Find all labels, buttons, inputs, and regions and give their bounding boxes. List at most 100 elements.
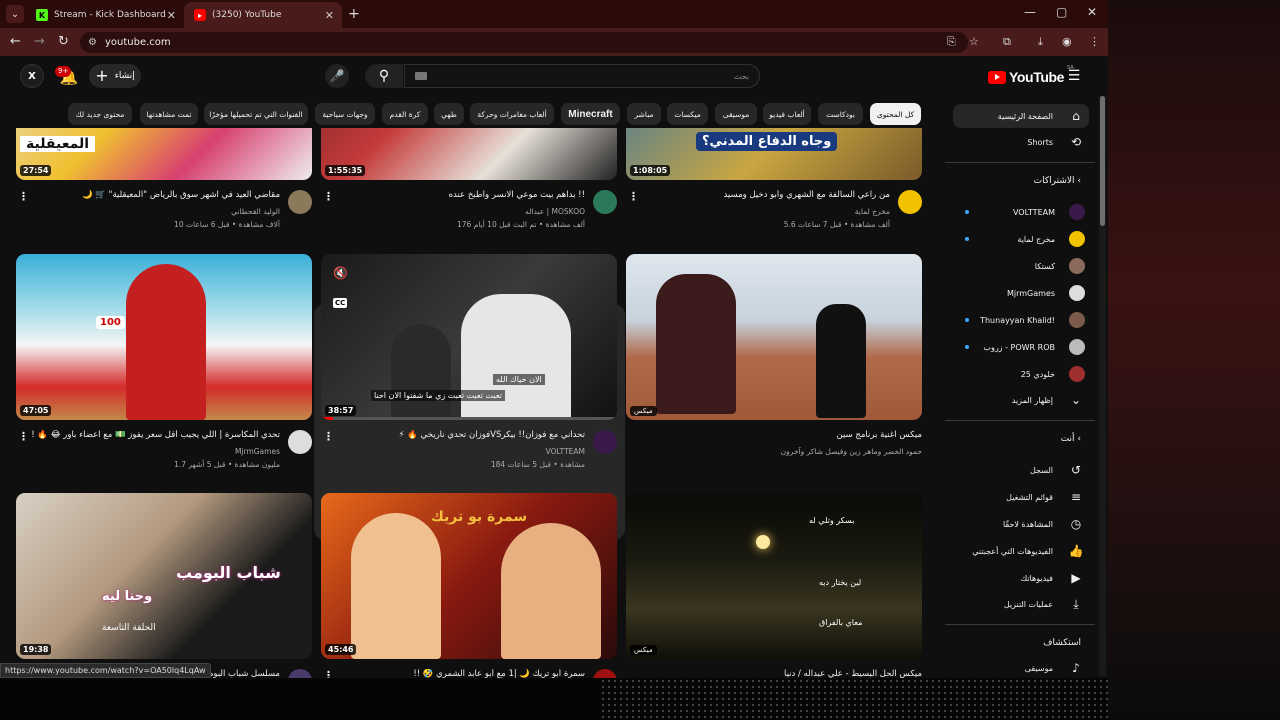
video-thumbnail[interactable]: المعيقلية 27:54 — [16, 128, 312, 180]
chip-minecraft[interactable]: Minecraft — [561, 103, 620, 125]
bookmark-star-icon[interactable]: ☆ — [969, 35, 979, 48]
maximize-button[interactable]: ▢ — [1056, 5, 1067, 19]
channel-avatar[interactable] — [593, 190, 617, 214]
video-title[interactable]: سمرة أبو تريك 🌙 |1 مع أبو عابد الشمري 🤣 … — [327, 669, 585, 678]
chip-recently-uploaded[interactable]: الفنوات التي تم تحميلها مؤخرًا — [204, 103, 308, 125]
menu-dots-icon[interactable]: ⋮ — [1089, 35, 1100, 48]
more-options-icon[interactable]: ⋮ — [628, 190, 639, 203]
sidebar-item-shorts[interactable]: Shorts ⟲ — [953, 130, 1089, 154]
video-title[interactable]: من راعي السالفة مع الشهري وأبو دخيل ومسي… — [632, 190, 890, 200]
more-options-icon[interactable]: ⋮ — [323, 669, 334, 678]
video-title[interactable]: تحداني مع فوزان!! بيكرVSفوزان تحدي ناريخ… — [327, 430, 585, 440]
download-icon[interactable]: ⤓ — [1038, 35, 1043, 49]
chip-video-games[interactable]: ألعاب فيديو — [763, 103, 811, 125]
minimize-button[interactable]: — — [1024, 5, 1036, 19]
extensions-icon[interactable]: ⧉ — [1003, 35, 1011, 49]
sidebar-item-playlists[interactable]: قوائم التشغيل ≡ — [953, 485, 1089, 509]
profile-icon[interactable]: ◉ — [1062, 35, 1072, 48]
chip-live[interactable]: مباشر — [627, 103, 661, 125]
channel-name[interactable]: الوليد القحطاني — [231, 207, 280, 216]
microphone-icon[interactable]: 🎤 — [325, 64, 349, 88]
video-thumbnail[interactable]: سمرة بو تريك 45:46 — [321, 493, 617, 659]
sidebar-item-subscription[interactable]: خلودي 25 — [953, 362, 1089, 386]
video-thumbnail[interactable]: وجاه الدفاع المدني؟ 1:08:05 — [626, 128, 922, 180]
sidebar-item-subscription[interactable]: كستكا — [953, 254, 1089, 278]
channel-name[interactable]: مخرج لماية — [855, 207, 890, 216]
scrollbar[interactable] — [1099, 96, 1106, 676]
more-options-icon[interactable]: ⋮ — [18, 190, 29, 203]
sidebar-item-music[interactable]: موسيقى ♪ — [953, 656, 1089, 678]
video-thumbnail[interactable]: 100 47:05 — [16, 254, 312, 420]
channel-avatar[interactable] — [288, 190, 312, 214]
sidebar-item-subscription[interactable]: MjrmGames — [953, 281, 1089, 305]
sidebar-item-subscription[interactable]: VOLTTEAM — [953, 200, 1089, 224]
keyboard-icon[interactable] — [415, 72, 427, 80]
progress-bar[interactable] — [321, 417, 617, 420]
create-button[interactable]: + إنشاء — [89, 64, 141, 88]
show-more-button[interactable]: إظهار المزيد ⌄ — [953, 388, 1089, 412]
youtube-logo[interactable]: YouTube SA — [988, 65, 1074, 85]
tab-youtube[interactable]: ▸ (3250) YouTube ✕ — [184, 2, 342, 28]
omnibox[interactable]: ⚙ youtube.com — [80, 32, 968, 53]
sidebar-item-home[interactable]: الصفحة الرئيسية ⌂ — [953, 104, 1089, 128]
channel-avatar[interactable] — [593, 430, 617, 454]
video-title[interactable]: تحدي المكاسرة | اللي يجيب أقل سعر يفوز 💵… — [22, 430, 280, 440]
cc-icon[interactable]: CC — [333, 298, 348, 308]
video-title[interactable]: ميكس الحل البسيط - علي عبداله / دنيا — [664, 669, 922, 678]
channel-avatar[interactable] — [898, 190, 922, 214]
site-info-icon[interactable]: ⚙ — [88, 37, 97, 48]
sidebar-item-history[interactable]: السجل ↺ — [953, 458, 1089, 482]
sidebar-item-subscription[interactable]: Thunayyan Khalid! — [953, 308, 1089, 332]
channel-avatar[interactable] — [288, 669, 312, 678]
chip-new-to-you[interactable]: محتوى جديد لك — [68, 103, 132, 125]
chip-all[interactable]: كل المحتوى — [870, 103, 921, 125]
mute-icon[interactable]: 🔇 — [333, 266, 348, 280]
video-thumbnail[interactable]: بسكر وتلي له لين يختار ديه معاي بالفراق … — [626, 493, 922, 659]
channel-avatar[interactable] — [593, 669, 617, 678]
chip-mixes[interactable]: ميكسات — [667, 103, 708, 125]
tab-kick[interactable]: K Stream - Kick Dashboard ✕ — [26, 2, 184, 28]
channel-name[interactable]: MjrmGames — [235, 447, 280, 456]
back-icon[interactable]: ← — [10, 34, 21, 49]
tab-search-button[interactable]: ⌄ — [6, 5, 24, 23]
video-thumbnail[interactable]: شباب البومب وحنا ليه الحلقة التاسعة 19:3… — [16, 493, 312, 659]
video-thumbnail[interactable]: 🔇 CC الان حياك الله تعبت تعبت تعبت زي ما… — [321, 254, 617, 420]
reload-icon[interactable]: ↻ — [58, 34, 69, 49]
chip-music[interactable]: موسيقى — [715, 103, 757, 125]
more-options-icon[interactable]: ⋮ — [323, 430, 334, 443]
channel-avatar[interactable] — [288, 430, 312, 454]
chip-watched[interactable]: تمت مشاهدتها — [140, 103, 198, 125]
window-close-button[interactable]: ✕ — [1087, 5, 1097, 19]
avatar[interactable]: X — [20, 64, 44, 88]
new-tab-button[interactable]: + — [348, 6, 360, 22]
sidebar-item-liked[interactable]: الفيديوهات التي أعجبتني 👍 — [953, 539, 1089, 563]
sidebar-item-subscription[interactable]: زروب - POWR ROB — [953, 335, 1089, 359]
channel-name[interactable]: VOLTTEAM — [546, 447, 585, 456]
video-thumbnail[interactable]: 1:55:35 — [321, 128, 617, 180]
subscriptions-header[interactable]: الاشتراكات ‹ — [953, 176, 1085, 186]
sidebar-item-subscription[interactable]: مخرج لماية — [953, 227, 1089, 251]
chip-football[interactable]: كرة القدم — [382, 103, 428, 125]
scrollbar-thumb[interactable] — [1100, 96, 1105, 226]
chip-travel[interactable]: وجهات سياحية — [315, 103, 375, 125]
video-title[interactable]: ميكس اغنية برنامج سين — [664, 430, 922, 440]
search-input[interactable]: بحث — [404, 64, 760, 88]
channel-name[interactable]: عبداله | MOSKOO — [525, 207, 585, 216]
video-title[interactable]: مقاضي العيد في اشهر سوق بالرياض "المعيقل… — [22, 190, 280, 200]
forward-icon[interactable]: → — [34, 34, 45, 49]
hamburger-menu-icon[interactable]: ☰ — [1064, 66, 1084, 86]
sidebar-item-downloads[interactable]: عمليات التنزيل ⤓ — [953, 592, 1089, 616]
chip-podcasts[interactable]: بودكاست — [818, 103, 863, 125]
close-icon[interactable]: ✕ — [325, 9, 334, 22]
sidebar-item-your-videos[interactable]: فيديوهاتك ▶ — [953, 566, 1089, 590]
more-options-icon[interactable]: ⋮ — [18, 430, 29, 443]
video-thumbnail[interactable]: ميكس — [626, 254, 922, 420]
chip-cooking[interactable]: طهي — [434, 103, 464, 125]
you-header[interactable]: أنت ‹ — [953, 434, 1085, 444]
cast-icon[interactable]: ⎘ — [947, 35, 956, 49]
search-button[interactable]: ⚲ — [365, 64, 403, 88]
video-title[interactable]: !! بداهم بيت موعي الانسر واطبخ عنده — [327, 190, 585, 200]
sidebar-item-watch-later[interactable]: المشاهدة لاحقًا ◷ — [953, 512, 1089, 536]
close-icon[interactable]: ✕ — [167, 9, 176, 22]
chip-action-adventure[interactable]: ألعاب مغامرات وحركة — [470, 103, 554, 125]
